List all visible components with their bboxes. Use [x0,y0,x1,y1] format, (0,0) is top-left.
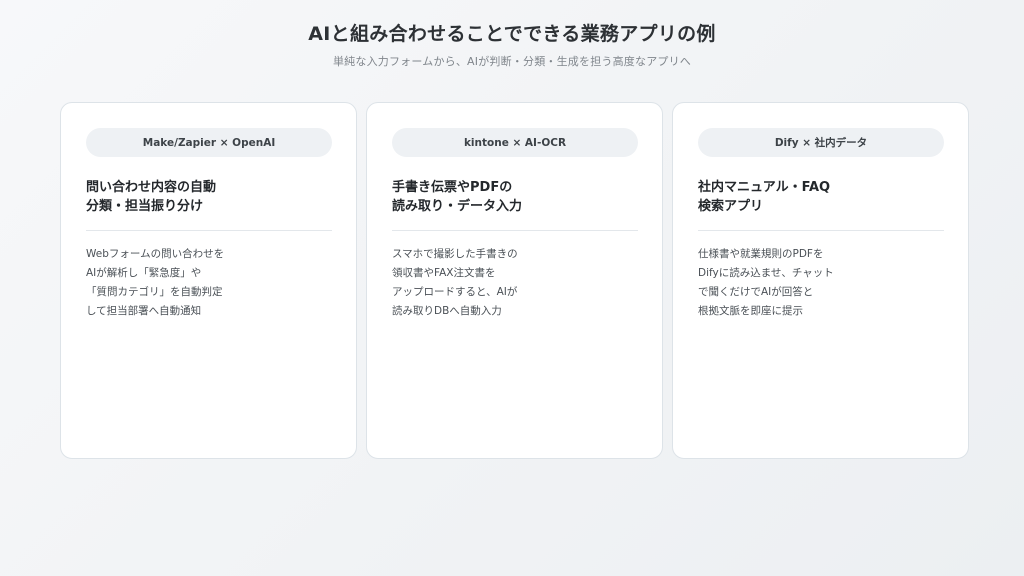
description-line: AIが解析し「緊急度」や [86,267,202,279]
card-title-line: 手書き伝票やPDFの [392,180,513,195]
card-description: Webフォームの問い合わせを AIが解析し「緊急度」や 「質問カテゴリ」を自動判… [86,245,336,321]
page-subtitle: 単純な入力フォームから、AIが判断・分類・生成を担う高度なアプリへ [332,55,692,68]
page-title: AIと組み合わせることでできる業務アプリの例 [308,23,716,45]
card-title-line: 読み取り・データ入力 [392,199,523,214]
description-line: Webフォームの問い合わせを [86,248,225,260]
description-line: Difyに読み込ませ、チャット [698,267,834,279]
card-title: 問い合わせ内容の自動 分類・担当振り分け [86,178,332,216]
description-line: 仕様書や就業規則のPDFを [698,248,824,260]
tool-badge: Make/Zapier × OpenAI [86,128,332,157]
tool-badge: Dify × 社内データ [698,128,944,157]
example-card-ocr-data-entry: kintone × AI-OCR 手書き伝票やPDFの 読み取り・データ入力 ス… [366,102,663,459]
description-line: 領収書やFAX注文書を [392,267,496,279]
card-title: 手書き伝票やPDFの 読み取り・データ入力 [392,178,638,216]
card-title-line: 分類・担当振り分け [86,199,204,214]
description-line: 読み取りDBへ自動入力 [392,305,502,317]
example-cards: Make/Zapier × OpenAI 問い合わせ内容の自動 分類・担当振り分… [60,102,974,461]
card-title-line: 問い合わせ内容の自動 [86,180,217,195]
tool-badge: kintone × AI-OCR [392,128,638,157]
description-line: 「質問カテゴリ」を自動判定 [86,286,223,298]
divider [86,230,332,231]
card-title-line: 社内マニュアル・FAQ [698,180,831,195]
description-line: で聞くだけでAIが回答と [698,286,814,298]
example-card-inquiry-classification: Make/Zapier × OpenAI 問い合わせ内容の自動 分類・担当振り分… [60,102,357,459]
description-line: 根拠文脈を即座に提示 [698,305,803,317]
description-line: して担当部署へ自動通知 [86,305,202,317]
divider [698,230,944,231]
example-card-faq-search: Dify × 社内データ 社内マニュアル・FAQ 検索アプリ 仕様書や就業規則の… [672,102,969,459]
card-title-line: 検索アプリ [698,199,764,214]
description-line: スマホで撮影した手書きの [392,248,518,260]
card-description: 仕様書や就業規則のPDFを Difyに読み込ませ、チャット で聞くだけでAIが回… [698,245,948,321]
divider [392,230,638,231]
card-description: スマホで撮影した手書きの 領収書やFAX注文書を アップロードすると、AIが 読… [392,245,642,321]
description-line: アップロードすると、AIが [392,286,518,298]
card-title: 社内マニュアル・FAQ 検索アプリ [698,178,944,216]
